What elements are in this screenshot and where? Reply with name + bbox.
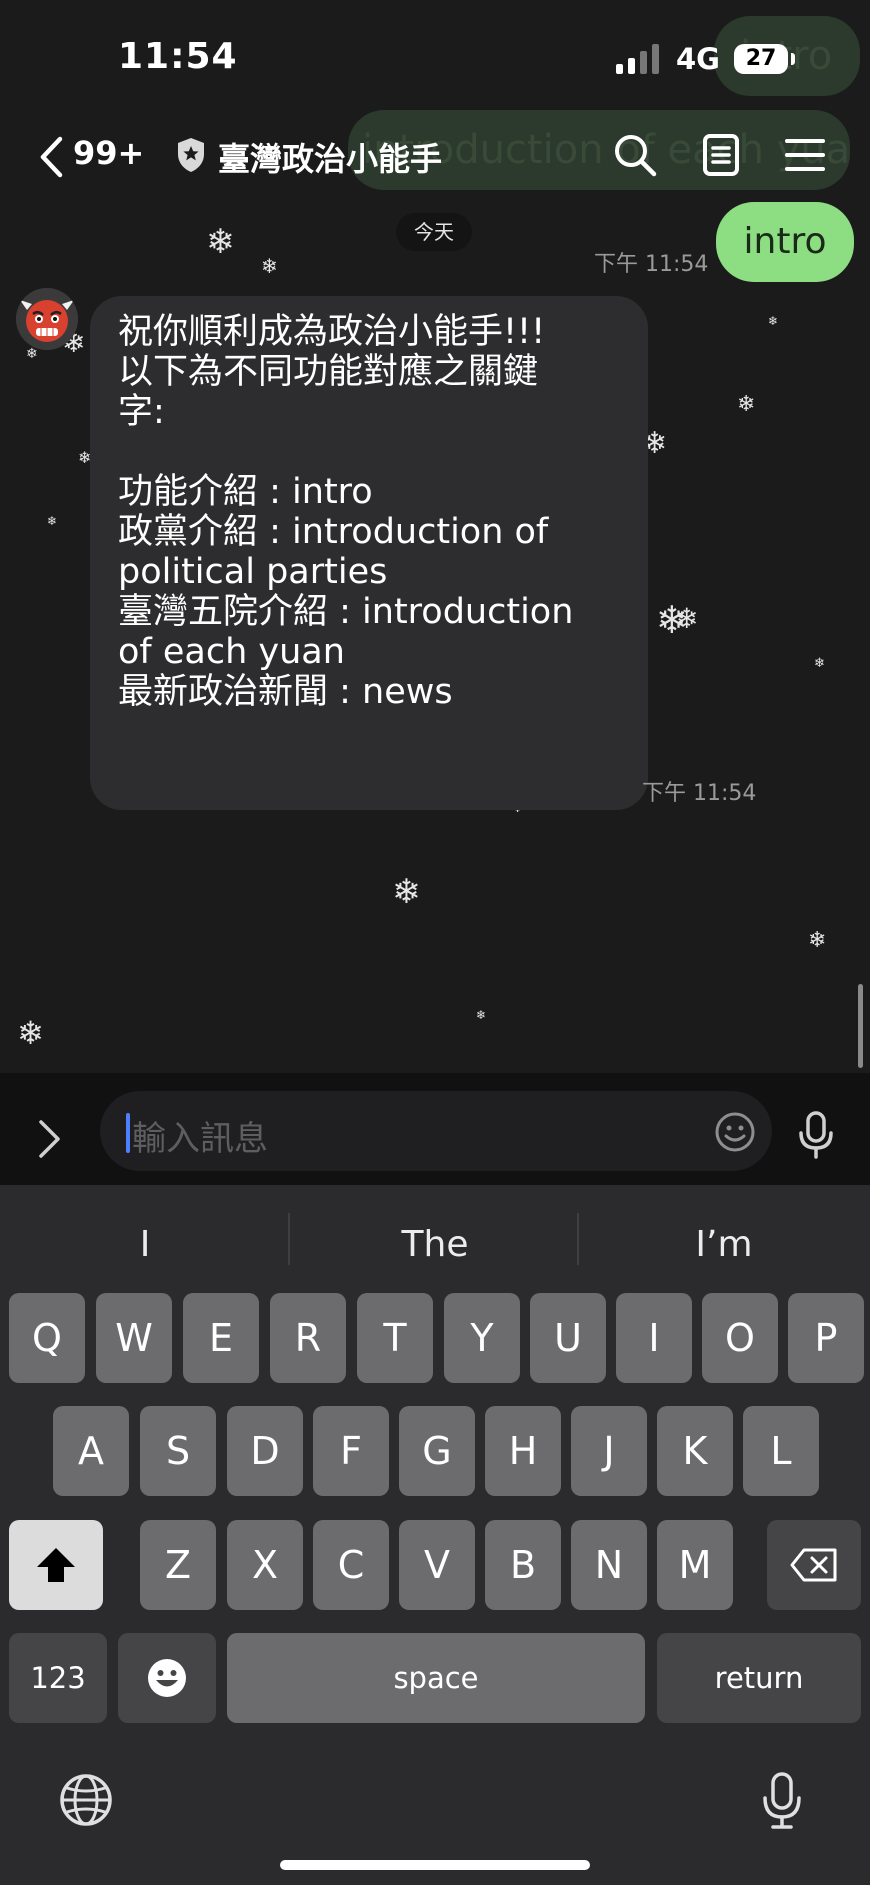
- message-line: 字:: [118, 392, 165, 432]
- bot-avatar[interactable]: [16, 288, 78, 350]
- message-input-placeholder: 輸入訊息: [132, 1119, 268, 1159]
- message-line: 臺灣五院介紹 : introduction: [118, 592, 574, 632]
- suggestion-1[interactable]: I: [0, 1217, 290, 1273]
- chat-title[interactable]: 臺灣政治小能手: [218, 134, 442, 180]
- key-k[interactable]: K: [657, 1406, 733, 1496]
- snowflake-icon: ❄: [814, 656, 825, 671]
- key-p[interactable]: P: [788, 1293, 864, 1383]
- message-line: political parties: [118, 552, 388, 592]
- text-caret: [126, 1113, 130, 1153]
- message-input[interactable]: 輸入訊息: [100, 1091, 772, 1171]
- snowflake-icon: ❄: [808, 928, 827, 953]
- space-key[interactable]: space: [227, 1633, 645, 1723]
- shift-icon: [37, 1548, 75, 1582]
- line-chat-screen: intro introduction of each yuan 11:54 4G…: [0, 0, 870, 1885]
- key-d[interactable]: D: [227, 1406, 303, 1496]
- delete-icon: [790, 1548, 837, 1582]
- chat-scrollbar[interactable]: [858, 984, 863, 1068]
- snowflake-icon: ❄: [47, 514, 58, 528]
- snowflake-icon: ❄: [17, 1014, 44, 1052]
- key-f[interactable]: F: [313, 1406, 389, 1496]
- key-r[interactable]: R: [270, 1293, 346, 1383]
- cellular-signal-icon: [616, 44, 659, 74]
- key-t[interactable]: T: [357, 1293, 433, 1383]
- key-l[interactable]: L: [743, 1406, 819, 1496]
- battery-level: 27: [745, 46, 777, 71]
- message-input-bar: 輸入訊息: [0, 1073, 870, 1185]
- emoji-key-icon: [148, 1659, 186, 1697]
- microphone-icon[interactable]: [798, 1111, 834, 1159]
- key-a[interactable]: A: [53, 1406, 129, 1496]
- key-v[interactable]: V: [399, 1520, 475, 1610]
- outgoing-message-bubble[interactable]: intro: [716, 202, 854, 282]
- emoji-key[interactable]: [118, 1633, 216, 1723]
- snowflake-icon: ❄: [675, 602, 699, 635]
- message-line: 祝你順利成為政治小能手!!!: [118, 312, 546, 352]
- date-separator: 今天: [396, 213, 472, 251]
- key-b[interactable]: B: [485, 1520, 561, 1610]
- key-i[interactable]: I: [616, 1293, 692, 1383]
- back-chevron-icon[interactable]: [34, 134, 74, 180]
- message-line: 功能介紹 : intro: [118, 472, 373, 512]
- message-line: of each yuan: [118, 632, 345, 672]
- snowflake-icon: ❄: [206, 222, 235, 262]
- key-j[interactable]: J: [571, 1406, 647, 1496]
- emoji-icon[interactable]: [714, 1111, 756, 1153]
- incoming-message-bubble[interactable]: 祝你順利成為政治小能手!!! 以下為不同功能對應之關鍵 字: 功能介紹 : in…: [90, 296, 648, 810]
- message-timestamp: 下午 11:54: [642, 781, 757, 806]
- note-icon[interactable]: [698, 132, 744, 178]
- shield-star-icon: [178, 138, 204, 172]
- message-line: 最新政治新聞 : news: [118, 672, 453, 712]
- key-o[interactable]: O: [702, 1293, 778, 1383]
- key-x[interactable]: X: [227, 1520, 303, 1610]
- battery-cap: [791, 53, 795, 65]
- key-u[interactable]: U: [530, 1293, 606, 1383]
- key-n[interactable]: N: [571, 1520, 647, 1610]
- chat-header: 99+ 臺灣政治小能手: [0, 110, 870, 200]
- return-key[interactable]: return: [657, 1633, 861, 1723]
- message-timestamp: 下午 11:54: [594, 252, 709, 277]
- key-m[interactable]: M: [657, 1520, 733, 1610]
- key-q[interactable]: Q: [9, 1293, 85, 1383]
- home-indicator[interactable]: [280, 1860, 590, 1870]
- message-line: 政黨介紹 : introduction of: [118, 512, 549, 552]
- key-e[interactable]: E: [183, 1293, 259, 1383]
- suggestion-3[interactable]: I’m: [579, 1217, 869, 1273]
- key-c[interactable]: C: [313, 1520, 389, 1610]
- status-time: 11:54: [118, 36, 238, 77]
- suggestion-2[interactable]: The: [290, 1217, 580, 1273]
- key-z[interactable]: Z: [140, 1520, 216, 1610]
- shift-key[interactable]: [9, 1520, 103, 1610]
- snowflake-icon: ❄: [26, 346, 38, 362]
- keyboard: I The I’m Q W E R T Y U I O P A S D F G …: [0, 1185, 870, 1885]
- menu-icon[interactable]: [782, 132, 828, 178]
- snowflake-icon: ❄: [392, 872, 421, 912]
- expand-chevron-icon[interactable]: [34, 1117, 64, 1161]
- unread-count[interactable]: 99+: [73, 134, 144, 172]
- snowflake-icon: ❄: [261, 254, 278, 278]
- key-g[interactable]: G: [399, 1406, 475, 1496]
- key-y[interactable]: Y: [444, 1293, 520, 1383]
- delete-key[interactable]: [767, 1520, 861, 1610]
- snowflake-icon: ❄: [768, 314, 779, 328]
- search-icon[interactable]: [612, 132, 658, 178]
- battery-indicator: 27: [734, 44, 788, 74]
- numbers-key[interactable]: 123: [9, 1633, 107, 1723]
- message-line: [118, 432, 622, 472]
- globe-icon[interactable]: [58, 1772, 114, 1828]
- message-line: 以下為不同功能對應之關鍵: [118, 352, 539, 392]
- snowflake-icon: ❄: [737, 392, 756, 417]
- dictation-mic-icon[interactable]: [762, 1772, 802, 1830]
- key-w[interactable]: W: [96, 1293, 172, 1383]
- message-list[interactable]: ❄ ❄ ❄ ❄ ❄ ❄ ❄ ❄ ❄ ❄ ❄ ❄ ❄ ❄ ❄ ❄ ❄ 今天 int…: [0, 200, 870, 1073]
- key-s[interactable]: S: [140, 1406, 216, 1496]
- network-type: 4G: [676, 42, 720, 76]
- key-h[interactable]: H: [485, 1406, 561, 1496]
- status-bar: 11:54 4G 27: [0, 0, 870, 110]
- snowflake-icon: ❄: [476, 1008, 487, 1022]
